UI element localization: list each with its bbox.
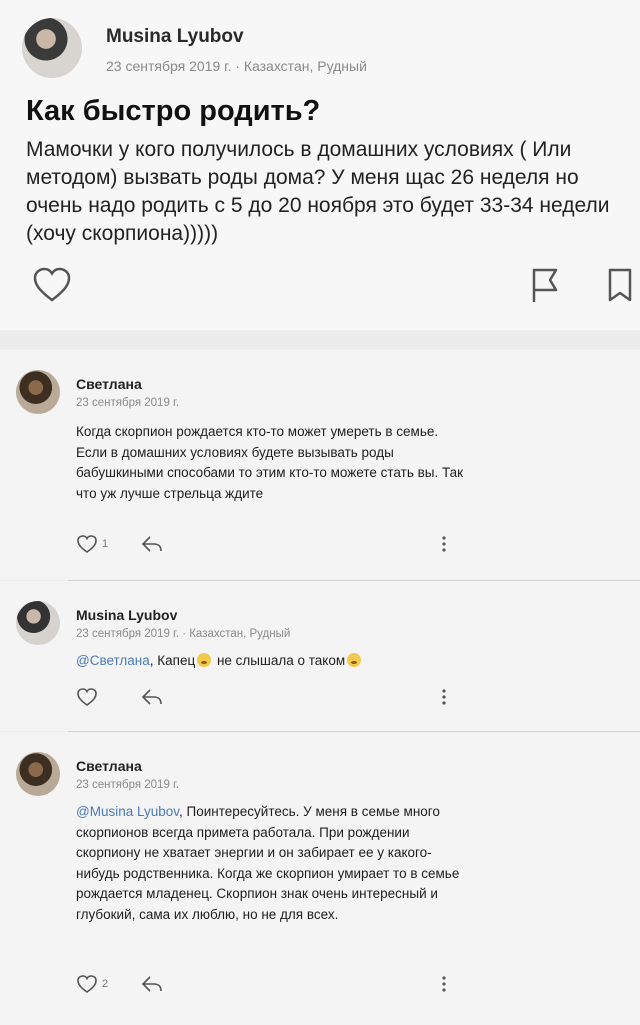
post-title: Как быстро родить? [26,95,321,127]
bookmark-icon[interactable] [605,266,635,306]
post-body: Мамочки у кого получилось в домашних усл… [26,138,610,245]
surprised-emoji-icon [197,653,212,667]
reply-icon[interactable] [140,974,164,994]
comment-date: 23 сентября 2019 г. [76,397,180,409]
comment: Светлана 23 сентября 2019 г. @Musina Lyu… [0,732,640,1025]
comment-actions [0,685,640,711]
post-card: Musina Lyubov 23 сентября 2019 г. · Каза… [0,0,640,330]
like-count: 2 [102,978,109,990]
more-vertical-icon[interactable] [440,974,448,994]
more-vertical-icon[interactable] [440,534,448,554]
comment-actions: 2 [0,972,640,998]
comment-text: @Musina Lyubov, Поинтересуйтесь. У меня … [76,802,461,925]
comment-date: 23 сентября 2019 г. · Казахстан, Рудный [76,628,291,640]
comment-actions: 1 [0,532,640,558]
sad-emoji-icon [347,653,362,667]
comment: Светлана 23 сентября 2019 г. Когда скорп… [0,350,640,580]
page: Musina Lyubov 23 сентября 2019 г. · Каза… [0,0,640,1025]
reply-icon[interactable] [140,534,164,554]
heart-icon[interactable] [76,974,98,994]
more-vertical-icon[interactable] [440,687,448,707]
post-meta: 23 сентября 2019 г. · Казахстан, Рудный [106,58,367,74]
comment-author[interactable]: Musina Lyubov [76,607,177,623]
heart-icon[interactable] [76,534,98,554]
flag-icon[interactable] [526,266,566,306]
post-actions [0,262,640,312]
comment-date: 23 сентября 2019 г. [76,779,180,791]
comment-text-part: , Капец [149,653,196,668]
avatar[interactable] [16,601,60,645]
post-author[interactable]: Musina Lyubov [106,26,244,48]
comment-author[interactable]: Светлана [76,376,142,392]
mention-link[interactable]: @Светлана [76,653,150,668]
reply-icon[interactable] [140,687,164,707]
comment-text: Когда скорпион рождается кто-то может ум… [76,424,464,501]
comment: Musina Lyubov 23 сентября 2019 г. · Каза… [0,581,640,731]
heart-icon[interactable] [32,266,72,304]
avatar[interactable] [22,18,82,78]
comment-text-part: , Поинтересуйтесь. У меня в семье много … [76,804,460,922]
comment-text-part: не слышала о таком [213,653,346,668]
like-count: 1 [102,538,109,550]
heart-icon[interactable] [76,687,98,707]
avatar[interactable] [16,752,60,796]
comment-text: @Светлана, Капец не слышала о таком [76,651,496,672]
mention-link[interactable]: @Musina Lyubov [76,804,179,819]
comment-author[interactable]: Светлана [76,758,142,774]
avatar[interactable] [16,370,60,414]
